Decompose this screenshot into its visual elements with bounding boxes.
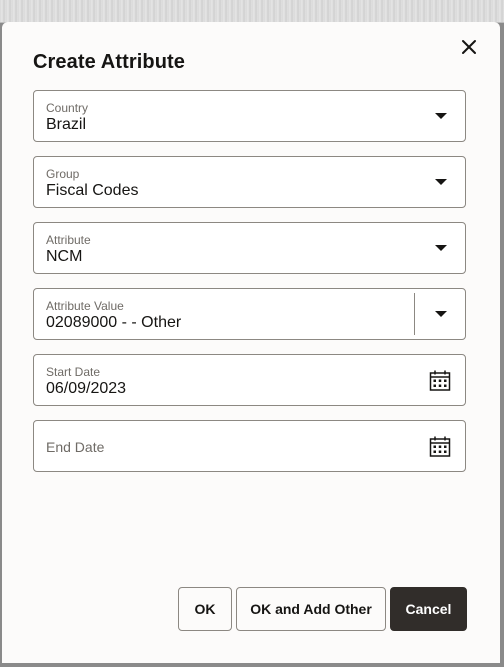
calendar-icon [429,436,451,457]
country-label: Country [46,101,89,115]
start-date-input[interactable]: 06/09/2023 [46,380,126,398]
attribute-value-input[interactable]: 02089000 - - Other [46,314,181,332]
chevron-down-icon[interactable] [435,311,447,317]
background-strip [0,0,504,23]
calendar-icon [429,370,451,391]
chevron-down-icon[interactable] [435,113,447,119]
attribute-value-text: NCM [46,248,83,265]
chevron-down-icon[interactable] [435,245,447,251]
start-date-field[interactable]: Start Date 06/09/2023 [33,354,466,406]
calendar-button[interactable] [428,435,452,459]
dialog-title: Create Attribute [33,51,185,73]
attribute-select[interactable]: Attribute NCM [33,222,466,274]
start-date-label: Start Date [46,365,101,379]
end-date-label: End Date [46,439,105,455]
combobox-divider [414,293,415,335]
ok-and-add-other-button[interactable]: OK and Add Other [236,587,386,631]
group-label: Group [46,167,80,181]
attribute-value-label: Attribute Value [46,299,124,313]
end-date-field[interactable]: End Date [33,420,466,472]
close-button[interactable] [458,36,480,58]
calendar-button[interactable] [428,369,452,393]
group-value: Fiscal Codes [46,182,139,199]
chevron-down-icon[interactable] [435,179,447,185]
group-select[interactable]: Group Fiscal Codes [33,156,466,208]
attribute-label: Attribute [46,233,91,247]
create-attribute-dialog: Create Attribute Country Brazil Group Fi… [2,22,500,663]
close-icon [462,40,476,54]
attribute-value-combobox[interactable]: Attribute Value 02089000 - - Other [33,288,466,340]
cancel-button[interactable]: Cancel [390,587,467,631]
ok-button[interactable]: OK [178,587,232,631]
country-select[interactable]: Country Brazil [33,90,466,142]
country-value: Brazil [46,116,87,133]
